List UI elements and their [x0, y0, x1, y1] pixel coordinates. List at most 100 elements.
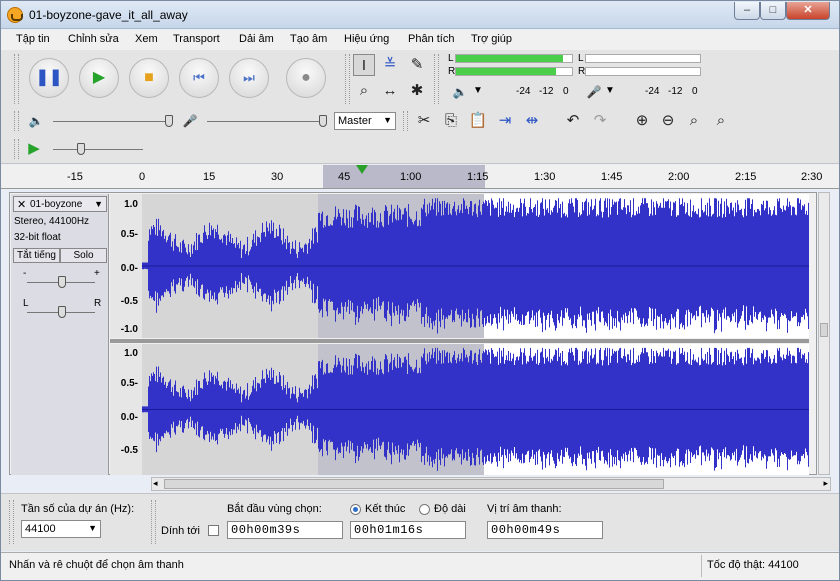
y-axis-label: 0.5- — [120, 229, 138, 240]
timeshift-tool-icon[interactable]: ↔ — [379, 80, 401, 102]
speaker-icon[interactable]: 🔈 — [449, 81, 471, 103]
toolbar-grip[interactable] — [434, 54, 439, 104]
close-button[interactable]: ✕ — [786, 2, 830, 20]
zoom-in-icon[interactable]: ⊕ — [631, 110, 653, 132]
fit-selection-icon[interactable]: ⌕ — [683, 110, 705, 132]
project-rate-select[interactable]: 44100 ▼ — [21, 520, 101, 538]
fit-project-icon[interactable]: ⌕ — [710, 110, 732, 132]
play-at-speed-icon[interactable]: ▶ — [23, 138, 45, 160]
scroll-left-icon[interactable]: ◂ — [153, 478, 158, 489]
snap-to-label: Dính tới — [161, 525, 201, 537]
toolbar-grip[interactable] — [14, 139, 19, 159]
paste-icon[interactable]: 📋 — [467, 110, 489, 132]
play-button[interactable]: ▶ — [79, 58, 119, 98]
redo-icon[interactable]: ↷ — [589, 110, 611, 132]
y-axis-label: 0.0- — [120, 412, 138, 423]
horizontal-scroll-thumb[interactable] — [164, 479, 664, 489]
zoom-out-icon[interactable]: ⊖ — [657, 110, 679, 132]
audio-position-value: 00h00m49s — [491, 523, 561, 537]
trim-icon[interactable]: ⇥ — [494, 110, 516, 132]
toolbar-grip[interactable] — [14, 111, 19, 131]
speed-slider-thumb[interactable] — [77, 143, 85, 155]
y-axis-label: -0.5 — [120, 445, 138, 456]
timeline-ruler[interactable]: -15 0 15 30 45 1:00 1:15 1:30 1:45 2:00 … — [1, 165, 839, 189]
pause-button[interactable]: ❚❚ — [29, 58, 69, 98]
stop-button[interactable]: ■ — [129, 58, 169, 98]
selection-end-time[interactable]: 00h01m16s — [350, 521, 466, 539]
gain-slider-thumb[interactable] — [58, 276, 66, 288]
selection-start-time[interactable]: 00h00m39s — [227, 521, 343, 539]
maximize-button[interactable]: □ — [760, 2, 786, 20]
skip-start-button[interactable]: ⏮ — [179, 58, 219, 98]
mute-button[interactable]: Tắt tiếng — [13, 248, 60, 263]
copy-icon[interactable]: ⎘ — [440, 110, 462, 132]
ruler-tick-label: 30 — [271, 171, 284, 183]
toolbar-grip[interactable] — [151, 500, 156, 544]
mic-dropdown-icon[interactable]: ▼ — [605, 85, 615, 96]
selection-start-value: 00h00m39s — [231, 523, 301, 537]
input-volume-thumb[interactable] — [319, 115, 327, 127]
toolbar-grip[interactable] — [345, 54, 350, 104]
horizontal-scrollbar[interactable]: ◂ ▸ — [151, 477, 831, 491]
selection-tool-icon[interactable]: I — [353, 54, 375, 76]
end-radio-label: Kết thúc — [365, 503, 406, 515]
meter-tick: -24 — [516, 86, 531, 97]
y-axis-label: 1.0 — [124, 348, 138, 359]
speaker-dropdown-icon[interactable]: ▼ — [473, 85, 483, 96]
envelope-tool-icon[interactable]: ≚ — [379, 54, 401, 76]
record-button[interactable]: ● — [286, 58, 326, 98]
minimize-button[interactable]: – — [734, 2, 760, 20]
menu-tracks[interactable]: Dải âm — [239, 33, 274, 45]
length-radio[interactable] — [419, 504, 430, 515]
audio-position-time[interactable]: 00h00m49s — [487, 521, 603, 539]
vertical-scroll-thumb[interactable] — [820, 323, 828, 337]
snap-to-checkbox[interactable] — [208, 525, 219, 536]
output-device-select[interactable]: Master ▼ — [334, 112, 396, 130]
vertical-scrollbar[interactable] — [818, 192, 830, 475]
output-volume-thumb[interactable] — [165, 115, 173, 127]
menu-transport[interactable]: Transport — [173, 33, 220, 45]
ruler-tick-label: 15 — [203, 171, 216, 183]
speed-slider[interactable] — [53, 149, 143, 150]
input-volume-slider[interactable] — [207, 121, 325, 122]
menu-edit[interactable]: Chỉnh sửa — [68, 33, 119, 45]
playhead-marker[interactable] — [356, 165, 368, 174]
stop-icon: ■ — [144, 69, 154, 86]
meter-fill-left — [456, 55, 563, 62]
output-volume-slider[interactable] — [53, 121, 171, 122]
skip-end-button[interactable]: ⏭ — [229, 58, 269, 98]
track-name-menu[interactable]: ✕ 01-boyzone ▼ — [13, 196, 107, 212]
scroll-right-icon[interactable]: ▸ — [823, 478, 828, 489]
multi-tool-icon[interactable]: ✱ — [406, 80, 428, 102]
menu-help[interactable]: Trợ giúp — [471, 33, 512, 45]
menu-file[interactable]: Tập tin — [16, 33, 50, 45]
ruler-tick-label: 1:30 — [534, 171, 556, 183]
silence-icon[interactable]: ⇹ — [521, 110, 543, 132]
toolbar-grip[interactable] — [403, 111, 408, 131]
toolbar-grip[interactable] — [9, 500, 14, 544]
microphone-icon[interactable]: 🎤 — [583, 81, 605, 103]
y-axis-label: 0.5- — [120, 378, 138, 389]
pan-right-label: R — [94, 298, 102, 309]
status-separator — [701, 555, 702, 577]
cut-icon[interactable]: ✂ — [413, 110, 435, 132]
pan-slider-thumb[interactable] — [58, 306, 66, 318]
waveform-right-channel[interactable] — [142, 344, 809, 475]
menu-effect[interactable]: Hiệu ứng — [344, 33, 389, 45]
menu-view[interactable]: Xem — [135, 33, 158, 45]
ruler-tick-label: 0 — [139, 171, 146, 183]
zoom-tool-icon[interactable]: ⌕ — [353, 80, 375, 102]
chevron-down-icon: ▼ — [383, 115, 392, 125]
undo-icon[interactable]: ↶ — [562, 110, 584, 132]
meter-fill-right — [456, 68, 556, 75]
toolbar-grip[interactable] — [14, 54, 19, 104]
status-message: Nhấn và rê chuột để chọn âm thanh — [9, 559, 184, 571]
draw-tool-icon[interactable]: ✎ — [406, 54, 428, 76]
end-radio[interactable] — [350, 504, 361, 515]
solo-button[interactable]: Solo — [60, 248, 107, 263]
waveform-left-channel[interactable] — [142, 194, 809, 338]
menu-analyze[interactable]: Phân tích — [408, 33, 454, 45]
track-close-icon[interactable]: ✕ — [17, 198, 26, 211]
menu-generate[interactable]: Tạo âm — [290, 33, 327, 45]
menu-bar: Tập tin Chỉnh sửa Xem Transport Dải âm T… — [1, 30, 839, 50]
